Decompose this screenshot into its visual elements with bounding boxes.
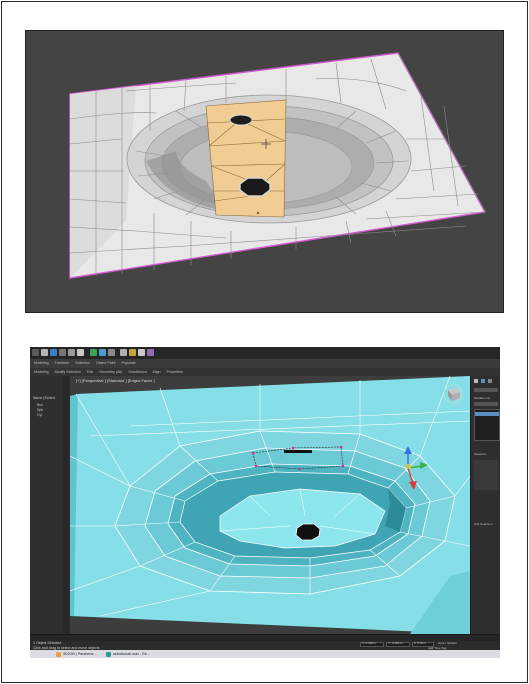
max-screenshot: Modeling Freeform Selection Object Paint… [30,347,500,658]
object-name-field[interactable] [474,388,498,392]
render-setup-icon[interactable] [129,349,136,356]
browser-icon [56,651,61,657]
z-coordinate: Z: 0.0cm [414,641,426,645]
grid-size: Grid = 10.0cm [438,641,457,645]
rollout-selection[interactable]: Selection [474,452,486,456]
y-coordinate: Y: -0.00cm [388,641,403,645]
ribbon-item[interactable]: Modify Selection [55,370,81,374]
move-icon[interactable] [59,349,66,356]
viewport-drain-hole [295,523,321,541]
modify-tab-icon[interactable] [481,379,485,383]
render-icon[interactable] [138,349,145,356]
align-icon[interactable] [108,349,115,356]
rotate-icon[interactable] [68,349,75,356]
link-icon[interactable] [41,349,48,356]
ribbon-tab[interactable]: Populate [122,361,136,365]
ribbon-item[interactable]: Align [153,370,161,374]
perspective-viewport[interactable]: [+] [Perspective ] [Standard ] [Edged Fa… [70,376,470,634]
material-icon[interactable] [147,349,154,356]
windows-taskbar: 3D2ON | Parabene ... selectionab.max - R… [30,650,500,658]
rollout-soft-selection[interactable]: Soft Selection [474,522,493,526]
ribbon-panels: Modeling Modify Selection Edit Geometry … [30,368,500,376]
max-app-icon [106,651,111,657]
selection-count: 1 Object Selected [33,641,62,645]
create-tab-icon[interactable] [474,379,478,383]
taskbar-item-label: 3D2ON | Parabene ... [63,652,98,656]
select-icon[interactable] [50,349,57,356]
modifier-list-dropdown[interactable] [474,402,498,406]
explorer-row[interactable]: Cyl [37,413,42,418]
ribbon-tab[interactable]: Modeling [34,361,49,365]
modifier-list-label[interactable]: Modifier List [474,396,490,400]
selection-field[interactable] [474,460,498,490]
ribbon-item[interactable]: Modeling [34,370,49,374]
ribbon-tab[interactable]: Freeform [55,361,70,365]
explorer-scroll-strip[interactable] [63,376,69,634]
scale-icon[interactable] [77,349,84,356]
top-mesh-render [69,52,487,279]
taskbar-item-browser[interactable]: 3D2ON | Parabene ... [56,650,98,658]
status-bar: 1 Object Selected Click and drag to sele… [30,641,500,650]
ribbon-tabs: Modeling Freeform Selection Object Paint… [30,359,500,368]
modifier-stack-selected[interactable] [475,412,499,416]
ribbon-item[interactable]: Geometry (All) [99,370,122,374]
ribbon-item[interactable]: Properties [167,370,183,374]
taskbar-item-label: selectionab.max - Re... [113,652,150,656]
drain-hole [239,177,271,197]
snap-icon[interactable] [90,349,97,356]
top-viewport-render [25,30,504,313]
layers-icon[interactable] [120,349,127,356]
prompt-line: Click and drag to select and move object… [33,645,100,650]
viewport-label[interactable]: [+] [Perspective ] [Standard ] [Edged Fa… [76,378,155,383]
ribbon-tab[interactable]: Object Paint [96,361,116,365]
undo-icon[interactable] [32,349,39,356]
ribbon-tab[interactable]: Selection [75,361,90,365]
modifier-stack[interactable] [474,409,500,441]
hierarchy-tab-icon[interactable] [488,379,492,383]
x-coordinate: X: 0.112m [362,641,376,645]
explorer-header[interactable]: Name (Sorted [33,396,55,401]
viewport-mesh [70,376,470,634]
ribbon-item[interactable]: Edit [87,370,93,374]
mirror-icon[interactable] [99,349,106,356]
command-panel: Modifier List Selection Soft Selection [470,376,500,634]
add-time-tag[interactable]: Add Time Tag [428,646,446,650]
taskbar-item-max[interactable]: selectionab.max - Re... [106,650,150,658]
scene-explorer: Name (Sorted Box Sph Cyl [30,376,71,634]
ribbon-item[interactable]: Subdivision [128,370,146,374]
